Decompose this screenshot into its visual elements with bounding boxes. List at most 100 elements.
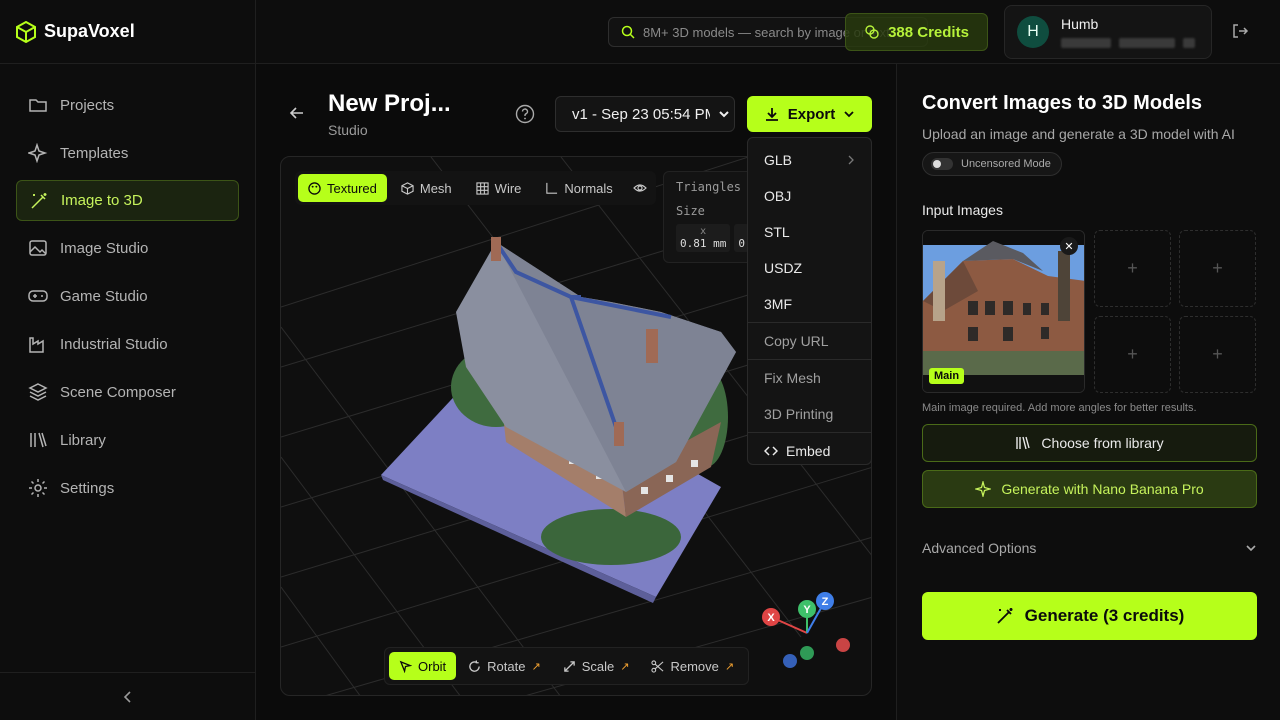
image-slot-empty[interactable]: + <box>1179 316 1256 393</box>
rotate-icon <box>469 659 480 672</box>
sidebar: SupaVoxel Projects Templates Image to 3D… <box>0 0 256 720</box>
library-icon <box>1016 436 1031 450</box>
version-select[interactable]: v1 - Sep 23 05:54 PM <box>555 96 735 132</box>
scissors-icon <box>651 659 664 673</box>
coins-icon <box>865 25 879 39</box>
menu-item-label: 3D Printing <box>764 406 834 422</box>
sidebar-item-label: Industrial Studio <box>60 335 168 353</box>
sidebar-item-templates[interactable]: Templates <box>16 132 239 174</box>
size-x-label: x <box>700 226 707 237</box>
generate-button[interactable]: Generate (3 credits) <box>922 592 1257 640</box>
image-slot-empty[interactable]: + <box>1179 230 1256 307</box>
user-name: Humb <box>1061 16 1099 32</box>
arrow-left-icon <box>289 107 303 119</box>
cursor-icon <box>399 660 412 673</box>
menu-item-label: Fix Mesh <box>764 370 821 386</box>
input-images-label: Input Images <box>922 202 1003 218</box>
tool-remove[interactable]: Remove ↗ <box>641 652 744 680</box>
library-btn-label: Choose from library <box>1041 435 1164 451</box>
axis-icon <box>546 182 558 194</box>
search-icon <box>621 25 635 39</box>
library-icon <box>30 432 47 448</box>
remove-image-button[interactable]: ✕ <box>1060 237 1078 255</box>
image-slot-empty[interactable]: + <box>1094 230 1171 307</box>
export-option-glb[interactable]: GLB <box>748 142 871 178</box>
embed-option[interactable]: Embed <box>748 433 871 469</box>
tool-label: Rotate <box>487 658 526 674</box>
chevron-down-icon <box>844 111 854 118</box>
axis-gizmo[interactable]: X Y Z <box>751 585 861 675</box>
panel-subtitle: Upload an image and generate a 3D model … <box>922 126 1235 142</box>
eye-icon <box>632 184 647 192</box>
sidebar-item-library[interactable]: Library <box>16 419 239 461</box>
back-button[interactable] <box>288 104 306 127</box>
tab-normals[interactable]: Normals <box>535 174 622 202</box>
menu-item-label: STL <box>764 224 790 240</box>
generate-nano-banana-button[interactable]: Generate with Nano Banana Pro <box>922 470 1257 508</box>
image-icon <box>29 240 47 256</box>
3d-printing-option[interactable]: 3D Printing <box>748 396 871 432</box>
choose-from-library-button[interactable]: Choose from library <box>922 424 1257 462</box>
visibility-toggle[interactable] <box>627 174 653 202</box>
menu-item-label: USDZ <box>764 260 803 276</box>
sparkles-icon <box>975 481 992 497</box>
export-label: Export <box>787 105 836 123</box>
export-option-obj[interactable]: OBJ <box>748 178 871 214</box>
menu-item-label: GLB <box>764 152 793 168</box>
chevron-left-icon <box>123 690 131 703</box>
scale-icon <box>563 660 575 672</box>
layers-icon <box>28 383 48 401</box>
copy-url-option[interactable]: Copy URL <box>748 323 871 359</box>
sidebar-item-label: Templates <box>60 144 129 162</box>
brand[interactable]: SupaVoxel <box>0 0 255 64</box>
sidebar-item-game-studio[interactable]: Game Studio <box>16 275 239 317</box>
download-icon <box>765 108 778 121</box>
export-option-usdz[interactable]: USDZ <box>748 250 871 286</box>
export-menu: GLB OBJ STL USDZ 3MF Copy URL Fix Mesh 3… <box>747 137 872 465</box>
tool-scale[interactable]: Scale ↗ <box>553 652 640 680</box>
advanced-options-toggle[interactable]: Advanced Options <box>922 540 1257 556</box>
sidebar-item-industrial-studio[interactable]: Industrial Studio <box>16 323 239 365</box>
tab-wire[interactable]: Wire <box>466 174 532 202</box>
external-arrow-icon: ↗ <box>724 660 735 673</box>
gear-icon <box>29 479 47 497</box>
factory-icon <box>29 337 44 353</box>
tool-rotate[interactable]: Rotate ↗ <box>458 652 551 680</box>
sidebar-item-label: Image Studio <box>60 239 149 257</box>
sidebar-item-scene-composer[interactable]: Scene Composer <box>16 371 239 413</box>
sidebar-item-projects[interactable]: Projects <box>16 84 239 126</box>
fix-mesh-option[interactable]: Fix Mesh <box>748 360 871 396</box>
tab-label: Wire <box>494 180 522 196</box>
project-title[interactable]: New Proj... <box>328 90 451 118</box>
generate-label: Generate (3 credits) <box>1024 606 1185 625</box>
tab-textured[interactable]: Textured <box>298 174 387 202</box>
tab-label: Textured <box>327 180 377 196</box>
user-menu[interactable]: H Humb <box>1004 5 1212 59</box>
sparkles-icon <box>28 143 48 163</box>
main-input-image[interactable]: ✕ Main <box>922 230 1085 393</box>
credits-label: 388 Credits <box>888 23 969 41</box>
export-option-3mf[interactable]: 3MF <box>748 286 871 322</box>
tab-mesh[interactable]: Mesh <box>391 174 462 202</box>
credits-button[interactable]: 388 Credits <box>845 13 988 51</box>
generation-panel: Convert Images to 3D Models Upload an im… <box>896 64 1280 720</box>
export-option-stl[interactable]: STL <box>748 214 871 250</box>
image-slot-empty[interactable]: + <box>1094 316 1171 393</box>
toggle-switch <box>931 158 953 170</box>
tab-label: Normals <box>564 180 613 196</box>
sidebar-item-image-to-3d[interactable]: Image to 3D <box>16 180 239 221</box>
topbar: 8M+ 3D models — search by image or text … <box>256 0 1280 64</box>
help-button[interactable] <box>515 104 535 129</box>
tool-orbit[interactable]: Orbit <box>389 652 457 680</box>
uncensored-mode-toggle[interactable]: Uncensored Mode <box>922 152 1062 176</box>
sidebar-item-label: Projects <box>60 96 115 114</box>
sidebar-item-settings[interactable]: Settings <box>16 467 239 509</box>
menu-item-label: 3MF <box>764 296 792 312</box>
sidebar-item-image-studio[interactable]: Image Studio <box>16 227 239 269</box>
transform-toolbar: Orbit Rotate ↗ Scale ↗ Remove ↗ <box>384 647 750 685</box>
axis-y-label: Y <box>803 604 811 616</box>
sidebar-collapse-button[interactable] <box>0 672 256 720</box>
wand-icon <box>997 608 1013 624</box>
logout-button[interactable] <box>1231 22 1249 45</box>
export-button[interactable]: Export <box>747 96 872 132</box>
